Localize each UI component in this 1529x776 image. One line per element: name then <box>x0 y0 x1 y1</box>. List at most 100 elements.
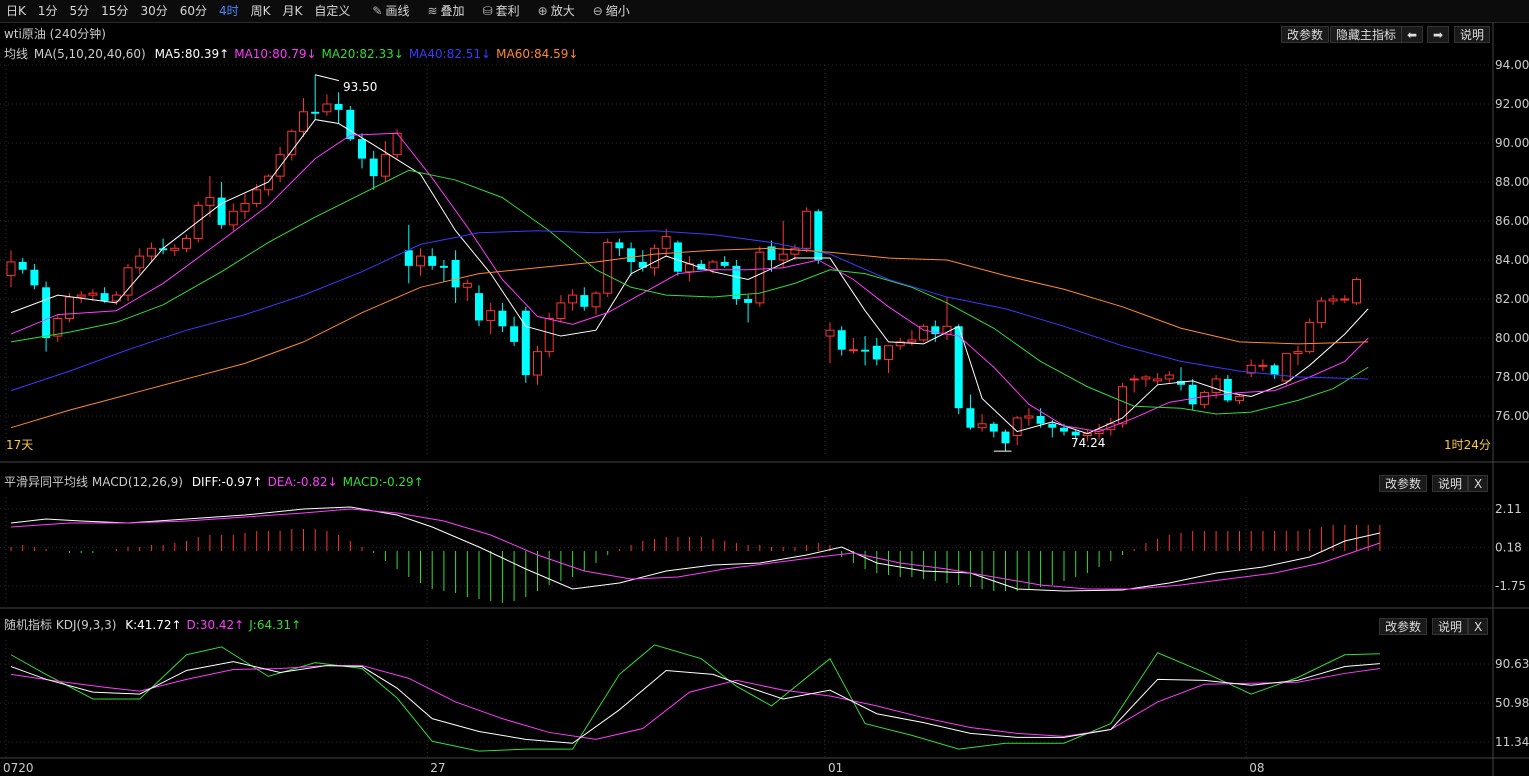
candle-body-down <box>744 299 753 303</box>
candle-body-up <box>778 253 788 261</box>
kdj-value-2: J:64.31↑ <box>249 618 302 632</box>
y-tick-label: 78.00 <box>1495 370 1529 384</box>
ma-value-1: MA10:80.79↓ <box>234 47 317 61</box>
scroll-left-button[interactable]: ⬅ <box>1401 26 1424 43</box>
kdj-value-1: D:30.42↑ <box>186 618 245 632</box>
y-tick-label: 90.00 <box>1495 136 1529 150</box>
kdj-close-button[interactable]: X <box>1468 618 1489 635</box>
candle-body-up <box>205 197 215 206</box>
candle-body-up <box>462 282 472 288</box>
y-tick-label: 50.98 <box>1495 696 1529 710</box>
ma-legend: 均线 MA(5,10,20,40,60) MA5:80.39↑ MA10:80.7… <box>4 44 578 64</box>
candle-body-down <box>732 265 741 299</box>
y-tick-label: 82.00 <box>1495 292 1529 306</box>
candle-body-down <box>30 269 39 286</box>
y-tick-label: 11.34 <box>1495 735 1529 749</box>
candle-body-up <box>65 296 74 319</box>
y-tick-label: 90.63 <box>1495 657 1529 671</box>
candle-body-up <box>1024 415 1034 419</box>
candle-body-down <box>837 330 846 350</box>
candle-body-up <box>1235 396 1244 401</box>
high-price-label: 93.50 <box>343 80 378 94</box>
candle-body-up <box>240 202 250 212</box>
ma-line-ma40 <box>10 230 1369 392</box>
main-chart-title: wti原油 (240分钟) <box>4 27 106 41</box>
candle-body-up <box>1281 353 1291 382</box>
candle-body-down <box>627 248 636 262</box>
candle-body-down <box>369 158 378 177</box>
candle-body-up <box>977 423 987 429</box>
candle-body-down <box>428 256 437 266</box>
candle-body-up <box>755 251 765 304</box>
candle-body-up <box>1012 417 1022 437</box>
candle-body-up <box>1316 300 1326 323</box>
ma-value-2: MA20:82.33↓ <box>321 47 404 61</box>
main-explain-button[interactable]: 说明 <box>1454 26 1491 43</box>
candle-body-up <box>1328 298 1338 302</box>
macd-name: 平滑异同平均线 <box>4 475 89 489</box>
candle-body-up <box>650 247 659 269</box>
macd-legend: 平滑异同平均线 MACD(12,26,9) DIFF:-0.97↑ DEA:-0.… <box>4 472 424 492</box>
candle-body-down <box>18 261 27 270</box>
candle-body-down <box>1223 378 1232 401</box>
candle-body-up <box>661 236 671 249</box>
kdj-params-button[interactable]: 改参数 <box>1379 618 1428 635</box>
candle-body-up <box>6 261 16 277</box>
hide-main-indicator-button[interactable]: 隐藏主指标 <box>1330 26 1403 43</box>
chart-canvas: 0720 27 01 08 94.00 92.00 90.00 88.00 86.00 84.00… <box>0 22 1529 776</box>
y-tick-label: 86.00 <box>1495 214 1529 228</box>
y-tick-label: 76.00 <box>1495 409 1529 423</box>
main-params-button[interactable]: 改参数 <box>1281 26 1330 43</box>
candle-body-up <box>228 210 238 226</box>
candle-body-down <box>311 111 320 114</box>
candle-body-up <box>486 310 496 321</box>
candle-body-down <box>1048 423 1057 428</box>
scroll-right-button[interactable]: ➡ <box>1427 26 1450 43</box>
candle-body-down <box>872 345 881 360</box>
candle-body-down <box>100 293 109 301</box>
ma-name: 均线 <box>4 47 29 61</box>
candle-body-up <box>533 351 542 376</box>
candle-body-up <box>1141 376 1151 380</box>
kdj-value-0: K:41.72↑ <box>125 618 182 632</box>
candle-body-up <box>88 292 98 296</box>
candle-body-up <box>146 247 156 257</box>
macd-value-1: DEA:-0.82↓ <box>267 475 338 489</box>
candle-body-down <box>861 349 870 352</box>
candle-body-up <box>1211 378 1221 394</box>
candle-body-down <box>510 326 519 342</box>
ma-value-3: MA40:82.51↓ <box>408 47 492 61</box>
candle-body-down <box>615 242 624 249</box>
kdj-explain-button[interactable]: 说明 <box>1432 618 1469 635</box>
macd-explain-button[interactable]: 说明 <box>1432 475 1469 492</box>
candle-body-up <box>556 302 566 319</box>
ma-value-0: MA5:80.39↑ <box>154 47 230 61</box>
candle-body-up <box>603 241 613 294</box>
candle-body-down <box>989 423 998 432</box>
y-tick-label: 88.00 <box>1495 175 1529 189</box>
candle-body-up <box>825 329 835 337</box>
kdj-line-j <box>10 644 1380 752</box>
candle-body-up <box>1129 378 1139 381</box>
candle-body-down <box>1036 416 1045 424</box>
candle-body-up <box>123 267 133 296</box>
x-tick-label: 01 <box>828 761 843 775</box>
candle-body-up <box>568 294 578 304</box>
candle-body-down <box>475 293 483 321</box>
candle-body-up <box>252 189 262 204</box>
macd-close-button[interactable]: X <box>1468 475 1489 492</box>
time-remaining-note: 1时24分 <box>1444 438 1491 452</box>
kdj-line-d <box>10 665 1380 740</box>
y-tick-label: 84.00 <box>1495 253 1529 267</box>
y-tick-label: 92.00 <box>1495 97 1529 111</box>
macd-value-2: MACD:-0.29↑ <box>342 475 424 489</box>
candle-body-down <box>451 260 460 288</box>
kdj-params: KDJ(9,3,3) <box>55 618 117 632</box>
candle-body-down <box>1270 365 1279 376</box>
candle-body-down <box>334 104 343 110</box>
candle-body-up <box>416 255 425 267</box>
macd-params-button[interactable]: 改参数 <box>1379 475 1428 492</box>
kdj-line-k <box>10 661 1380 744</box>
candle-body-up <box>135 255 145 269</box>
candle-body-down <box>358 139 366 159</box>
